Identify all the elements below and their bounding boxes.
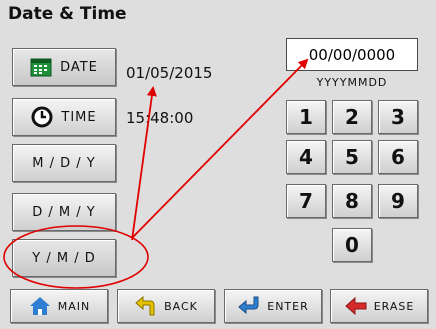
key-7[interactable]: 7 (286, 184, 326, 218)
enter-button-label: ENTER (267, 299, 309, 313)
erase-arrow-icon (344, 296, 368, 316)
date-time-screen: Date & Time DATE 01/05/2015 TIME 15:48:0… (0, 0, 436, 329)
format-mdy-button[interactable]: M / D / Y (12, 144, 116, 182)
enter-arrow-icon (237, 295, 261, 317)
format-ymd-button[interactable]: Y / M / D (12, 239, 116, 277)
key-9[interactable]: 9 (378, 184, 418, 218)
back-button[interactable]: BACK (117, 289, 215, 323)
date-entry-value: 00/00/0000 (308, 45, 396, 64)
key-0[interactable]: 0 (332, 228, 372, 262)
date-value: 01/05/2015 (126, 64, 213, 82)
back-button-label: BACK (164, 299, 198, 313)
format-dmy-button[interactable]: D / M / Y (12, 193, 116, 231)
calendar-icon (30, 57, 52, 77)
main-button-label: MAIN (57, 299, 91, 313)
time-button[interactable]: TIME (12, 98, 116, 136)
erase-button[interactable]: ERASE (330, 289, 428, 323)
key-1[interactable]: 1 (286, 100, 326, 134)
key-3[interactable]: 3 (378, 100, 418, 134)
key-2[interactable]: 2 (332, 100, 372, 134)
time-button-label: TIME (61, 109, 97, 125)
back-arrow-icon (134, 295, 158, 317)
erase-button-label: ERASE (373, 299, 415, 313)
key-4[interactable]: 4 (286, 140, 326, 174)
key-6[interactable]: 6 (378, 140, 418, 174)
key-5[interactable]: 5 (332, 140, 372, 174)
date-button-label: DATE (60, 59, 98, 75)
main-button[interactable]: MAIN (10, 289, 108, 323)
date-button[interactable]: DATE (12, 48, 116, 86)
date-entry-field[interactable]: 00/00/0000 (286, 38, 418, 71)
annotation-arrow-to-entry (131, 58, 309, 239)
time-value: 15:48:00 (126, 109, 194, 127)
date-format-hint: YYYYMMDD (316, 76, 388, 89)
clock-icon (31, 106, 53, 128)
enter-button[interactable]: ENTER (224, 289, 322, 323)
home-icon (28, 296, 52, 316)
key-8[interactable]: 8 (332, 184, 372, 218)
page-title: Date & Time (8, 4, 127, 24)
